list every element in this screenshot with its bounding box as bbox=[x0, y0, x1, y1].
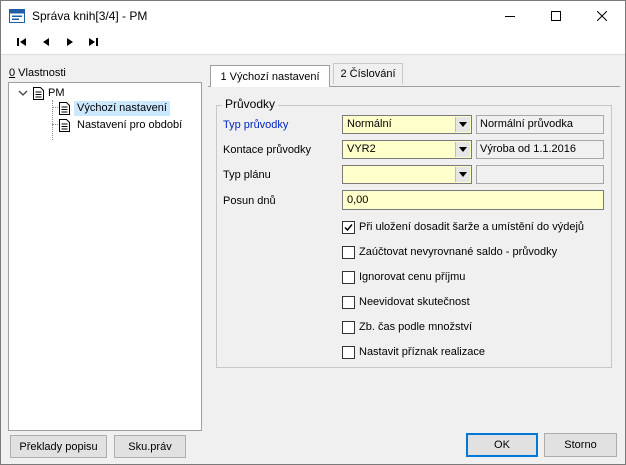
previous-record-icon[interactable] bbox=[40, 37, 52, 47]
maximize-button[interactable] bbox=[533, 1, 579, 31]
tree-node-default-settings[interactable]: Výchozí nastavení bbox=[59, 100, 170, 116]
properties-tree[interactable]: PM Výchozí nastavení Nastavení pro obdob… bbox=[8, 82, 202, 431]
close-button[interactable] bbox=[579, 1, 625, 31]
cancel-button[interactable]: Storno bbox=[544, 433, 617, 457]
tree-node-label: Nastavení pro období bbox=[77, 119, 183, 131]
tab-default-settings[interactable]: 1 Výchozí nastavení bbox=[210, 65, 330, 87]
dropdown-arrow-icon[interactable] bbox=[455, 167, 470, 182]
kontace-label: Kontace průvodky bbox=[223, 144, 312, 156]
group-title: Průvodky bbox=[222, 97, 279, 111]
ok-button[interactable]: OK bbox=[466, 433, 538, 457]
kontace-value: VYR2 bbox=[347, 143, 376, 155]
typ-planu-description bbox=[476, 165, 604, 184]
rights-button[interactable]: Sku.práv bbox=[114, 435, 186, 458]
posun-dnu-label: Posun dnů bbox=[223, 195, 276, 207]
dropdown-arrow-icon[interactable] bbox=[455, 117, 470, 132]
close-icon bbox=[597, 11, 607, 21]
checkbox-zauctovat-saldo[interactable]: Zaúčtovat nevyrovnané saldo - průvodky bbox=[342, 245, 557, 259]
translations-button[interactable]: Překlady popisu bbox=[10, 435, 107, 458]
document-icon bbox=[59, 118, 70, 132]
tree-node-root[interactable]: PM bbox=[18, 85, 65, 101]
checkbox-label: Ignorovat cenu příjmu bbox=[359, 271, 466, 283]
properties-label-text: Vlastnosti bbox=[15, 67, 66, 79]
checkbox-label: Nastavit příznak realizace bbox=[359, 346, 485, 358]
checkbox-neevidovat-skutecnost[interactable]: Neevidovat skutečnost bbox=[342, 295, 470, 309]
tree-connector bbox=[52, 124, 58, 125]
next-record-icon[interactable] bbox=[64, 37, 76, 47]
tree-node-label: PM bbox=[48, 87, 65, 99]
maximize-icon bbox=[551, 11, 561, 21]
checkbox-priznak-realizace[interactable]: Nastavit příznak realizace bbox=[342, 345, 485, 359]
posun-dnu-input[interactable]: 0,00 bbox=[342, 190, 604, 210]
chevron-down-icon[interactable] bbox=[18, 88, 28, 98]
document-icon bbox=[33, 86, 44, 100]
checkbox-box[interactable] bbox=[342, 220, 355, 234]
tree-connector bbox=[52, 100, 53, 140]
window-title: Správa knih[3/4] - PM bbox=[32, 9, 148, 23]
checkbox-label: Neevidovat skutečnost bbox=[359, 296, 470, 308]
checkbox-box[interactable] bbox=[342, 270, 355, 284]
checkmark-icon bbox=[344, 223, 353, 231]
checkbox-ignorovat-cenu[interactable]: Ignorovat cenu příjmu bbox=[342, 270, 465, 284]
tree-node-label: Výchozí nastavení bbox=[74, 100, 170, 116]
app-icon bbox=[9, 9, 25, 23]
checkbox-box[interactable] bbox=[342, 295, 355, 309]
typ-planu-label: Typ plánu bbox=[223, 169, 271, 181]
document-icon bbox=[59, 101, 70, 115]
typ-planu-select[interactable] bbox=[342, 165, 472, 184]
tree-node-period-settings[interactable]: Nastavení pro období bbox=[59, 117, 185, 133]
first-record-icon[interactable] bbox=[16, 37, 28, 47]
record-navigation-toolbar bbox=[1, 31, 625, 55]
properties-label: 0 Vlastnosti bbox=[9, 67, 66, 79]
checkbox-label: Při uložení dosadit šarže a umístění do … bbox=[359, 221, 585, 233]
typ-pruvodky-select[interactable]: Normální bbox=[342, 115, 472, 134]
checkbox-box[interactable] bbox=[342, 345, 355, 359]
checkbox-zb-cas[interactable]: Zb. čas podle množství bbox=[342, 320, 472, 334]
minimize-button[interactable] bbox=[487, 1, 533, 31]
tab-numbering[interactable]: 2 Číslování bbox=[333, 63, 403, 84]
typ-pruvodky-value: Normální bbox=[347, 118, 392, 130]
checkbox-label: Zaúčtovat nevyrovnané saldo - průvodky bbox=[359, 246, 558, 258]
dropdown-arrow-icon[interactable] bbox=[455, 142, 470, 157]
dialog-window: Správa knih[3/4] - PM 0 Vlastnosti PM Vý… bbox=[0, 0, 626, 465]
last-record-icon[interactable] bbox=[87, 37, 99, 47]
checkbox-box[interactable] bbox=[342, 245, 355, 259]
checkbox-label: Zb. čas podle množství bbox=[359, 321, 473, 333]
typ-pruvodky-label[interactable]: Typ průvodky bbox=[223, 119, 288, 131]
tree-connector bbox=[52, 107, 58, 108]
checkbox-box[interactable] bbox=[342, 320, 355, 334]
checkbox-dosadit-sarze[interactable]: Při uložení dosadit šarže a umístění do … bbox=[342, 220, 584, 234]
kontace-description: Výroba od 1.1.2016 bbox=[476, 140, 604, 159]
typ-pruvodky-description: Normální průvodka bbox=[476, 115, 604, 134]
title-bar: Správa knih[3/4] - PM bbox=[1, 1, 625, 31]
kontace-select[interactable]: VYR2 bbox=[342, 140, 472, 159]
minimize-icon bbox=[505, 16, 515, 17]
